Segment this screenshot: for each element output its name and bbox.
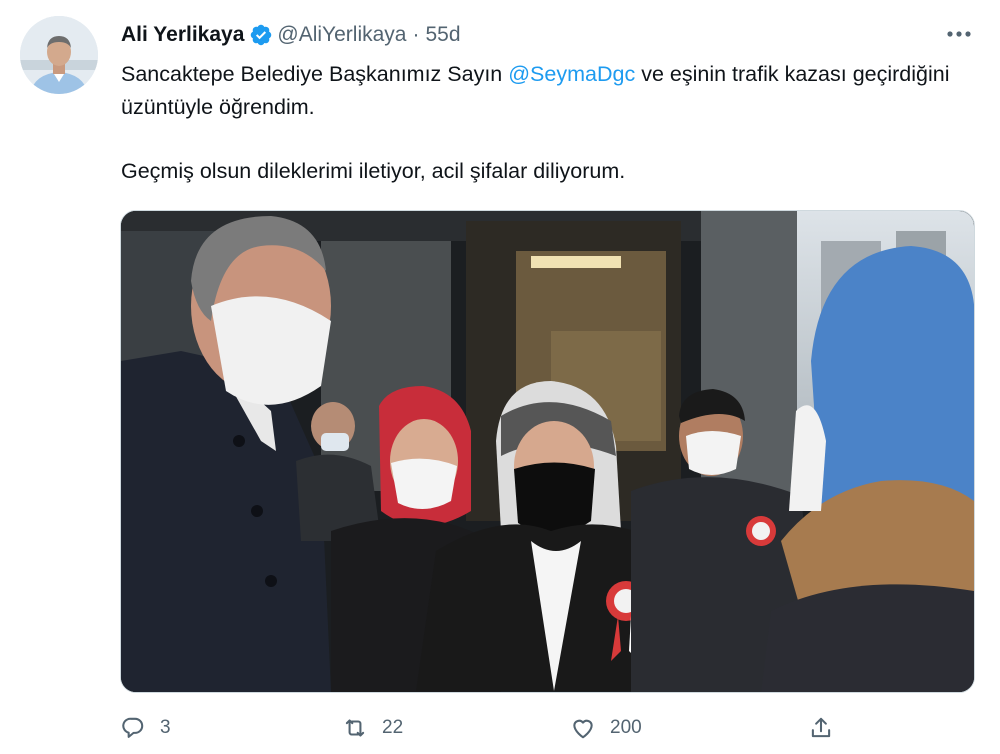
reply-icon [122, 717, 144, 738]
reply-count: 3 [160, 717, 171, 738]
author-name[interactable]: Ali Yerlikaya [121, 23, 244, 47]
tweet-paragraph-1: Sancaktepe Belediye Başkanımız Sayın @Se… [121, 58, 961, 124]
verified-badge-icon [249, 23, 273, 47]
heart-icon [573, 719, 593, 739]
tweet-text: Sancaktepe Belediye Başkanımız Sayın @Se… [121, 58, 961, 188]
reply-button[interactable]: 3 [120, 713, 171, 743]
tweet-paragraph-2: Geçmiş olsun dileklerimi iletiyor, acil … [121, 159, 626, 183]
author-avatar[interactable] [20, 16, 98, 94]
tweet-action-bar: 3 22 200 [0, 705, 1000, 749]
like-count: 200 [610, 717, 642, 738]
retweet-count: 22 [382, 717, 404, 738]
more-options-icon[interactable] [944, 22, 974, 46]
separator-dot: · [412, 23, 420, 46]
retweet-button[interactable]: 22 [342, 713, 403, 743]
tweet-photo[interactable] [120, 210, 975, 693]
tweet-header: Ali Yerlikaya @AliYerlikaya · 55d [121, 20, 461, 50]
tweet-timestamp[interactable]: 55d [425, 23, 460, 47]
avatar-photo [20, 16, 98, 94]
tweet-text-part: Sancaktepe Belediye Başkanımız Sayın [121, 62, 509, 86]
share-icon [811, 717, 831, 738]
like-button[interactable]: 200 [570, 713, 642, 743]
mention-link[interactable]: @SeymaDgc [508, 62, 635, 86]
retweet-icon [345, 719, 365, 737]
share-button[interactable] [808, 713, 834, 743]
photo-illustration [121, 211, 974, 692]
author-handle[interactable]: @AliYerlikaya [277, 23, 406, 47]
